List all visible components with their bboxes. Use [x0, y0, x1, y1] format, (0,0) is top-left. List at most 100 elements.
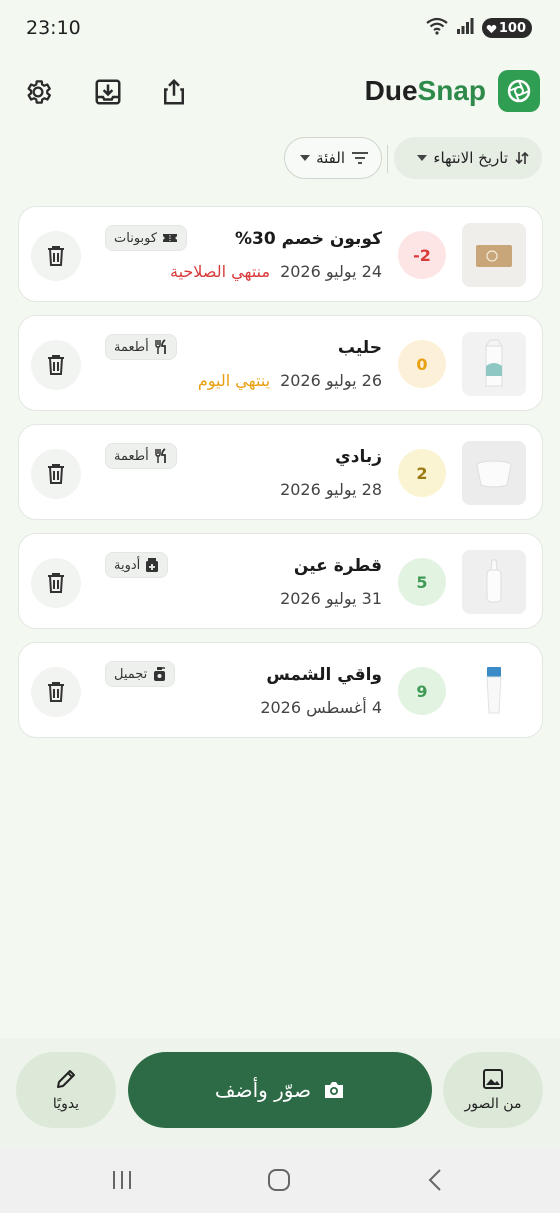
sunscreen-tube-image	[486, 667, 502, 714]
home-button[interactable]	[266, 1168, 292, 1196]
item-title: قطرة عين	[293, 556, 382, 576]
status-time: 23:10	[26, 17, 81, 39]
gallery-label: من الصور	[464, 1096, 522, 1112]
share-icon	[164, 78, 184, 105]
list-item[interactable]: 9 واقي الشمس 4 أغسطس 2026 تجميل	[18, 642, 543, 738]
chevron-down-icon	[300, 155, 311, 161]
category-tag: تجميل	[105, 661, 176, 687]
category-tag: أطعمة	[105, 443, 177, 469]
manual-add-label: يدويًا	[52, 1096, 80, 1112]
gallery-button[interactable]: من الصور	[443, 1052, 543, 1128]
top-app-bar: DueSnap	[0, 62, 560, 122]
delete-button[interactable]	[31, 558, 81, 608]
filter-divider	[387, 145, 388, 173]
fork-knife-icon	[154, 339, 166, 354]
sort-label: تاريخ الانتهاء	[433, 149, 508, 167]
item-status: منتهي الصلاحية	[170, 262, 271, 281]
ticket-icon	[163, 234, 178, 242]
category-tag: أطعمة	[105, 334, 177, 360]
manual-add-button[interactable]: يدويًا	[16, 1052, 116, 1128]
import-button[interactable]	[90, 74, 126, 110]
status-icons: 100	[426, 17, 532, 39]
list-item[interactable]: 2 زبادي 28 يوليو 2026 أطعمة	[18, 424, 543, 520]
settings-button[interactable]	[20, 74, 56, 110]
category-label: الفئة	[316, 149, 345, 167]
item-title: كوبون خصم 30%	[235, 229, 382, 249]
download-tray-icon	[95, 79, 121, 105]
tag-label: كوبونات	[114, 230, 158, 246]
trash-icon	[48, 573, 64, 593]
signal-icon	[456, 17, 474, 39]
share-button[interactable]	[156, 74, 192, 110]
heart-shield-icon	[486, 24, 497, 33]
delete-button[interactable]	[31, 449, 81, 499]
days-remaining-badge: 9	[398, 667, 446, 715]
filter-icon	[352, 152, 368, 164]
tag-label: أطعمة	[114, 448, 149, 464]
item-status: ينتهي اليوم	[197, 371, 271, 390]
item-subline: 28 يوليو 2026	[280, 480, 382, 499]
status-bar: 23:10 100	[0, 0, 560, 56]
app-title: DueSnap	[364, 75, 486, 106]
chevron-down-icon	[417, 155, 428, 161]
item-date: 26 يوليو 2026	[280, 371, 382, 390]
system-navigation-bar	[0, 1148, 560, 1213]
yogurt-cup-image	[476, 460, 512, 488]
item-title: زبادي	[335, 447, 382, 467]
item-thumbnail	[462, 441, 526, 505]
category-chip[interactable]: الفئة	[284, 137, 382, 179]
tag-label: أدوية	[114, 557, 141, 573]
list-item[interactable]: 5 قطرة عين 31 يوليو 2026 أدوية	[18, 533, 543, 629]
item-title: حليب	[337, 338, 382, 358]
category-tag: كوبونات	[105, 225, 188, 251]
trash-icon	[48, 355, 64, 375]
battery-level: 100	[498, 20, 526, 36]
back-button[interactable]	[424, 1168, 448, 1196]
item-date: 28 يوليو 2026	[280, 480, 382, 499]
tag-label: تجميل	[114, 666, 148, 682]
spray-bottle-icon	[154, 667, 166, 681]
home-icon	[268, 1169, 290, 1191]
pencil-icon	[57, 1070, 75, 1088]
item-date: 24 يوليو 2026	[280, 262, 382, 281]
back-icon	[428, 1169, 441, 1191]
image-icon	[483, 1069, 503, 1089]
delete-button[interactable]	[31, 340, 81, 390]
item-subline: 24 يوليو 2026 منتهي الصلاحية	[170, 262, 382, 281]
days-remaining-badge: 0	[398, 340, 446, 388]
list-item[interactable]: -2 كوبون خصم 30% 24 يوليو 2026 منتهي الص…	[18, 206, 543, 302]
eye-drops-image	[486, 559, 502, 603]
delete-button[interactable]	[31, 231, 81, 281]
delete-button[interactable]	[31, 667, 81, 717]
app-brand: DueSnap	[365, 70, 540, 112]
sort-chip[interactable]: تاريخ الانتهاء	[394, 137, 542, 179]
coupon-image	[476, 245, 512, 267]
sort-icon	[515, 151, 529, 165]
days-remaining-badge: 2	[398, 449, 446, 497]
item-date: 4 أغسطس 2026	[260, 698, 382, 717]
recent-apps-button[interactable]	[110, 1168, 134, 1196]
days-remaining-badge: 5	[398, 558, 446, 606]
item-title: واقي الشمس	[266, 665, 382, 685]
category-tag: أدوية	[105, 552, 169, 578]
capture-add-label: صوّر وأضف	[214, 1078, 312, 1102]
trash-icon	[48, 246, 64, 266]
trash-icon	[48, 464, 64, 484]
item-subline: 26 يوليو 2026 ينتهي اليوم	[198, 371, 382, 390]
item-thumbnail	[462, 332, 526, 396]
trash-icon	[48, 682, 64, 702]
battery-indicator: 100	[481, 18, 532, 38]
app-logo-icon	[498, 70, 540, 112]
item-thumbnail	[462, 659, 526, 723]
item-date: 31 يوليو 2026	[280, 589, 382, 608]
item-thumbnail	[462, 550, 526, 614]
recents-icon	[113, 1171, 131, 1189]
list-item[interactable]: 0 حليب 26 يوليو 2026 ينتهي اليوم أطعمة	[18, 315, 543, 411]
filter-row: تاريخ الانتهاء الفئة	[0, 137, 560, 183]
item-subline: 31 يوليو 2026	[280, 589, 382, 608]
days-remaining-badge: -2	[398, 231, 446, 279]
capture-add-button[interactable]: صوّر وأضف	[128, 1052, 432, 1128]
tag-label: أطعمة	[114, 339, 149, 355]
camera-icon	[325, 1082, 344, 1098]
gear-icon	[27, 80, 51, 104]
